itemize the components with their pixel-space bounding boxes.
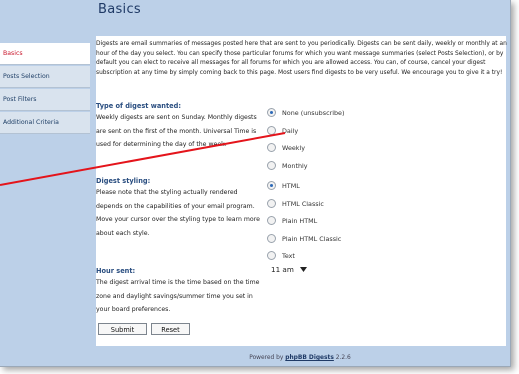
option-label: Monthly bbox=[282, 161, 308, 170]
digest-styling-help: Please note that the styling actually re… bbox=[96, 189, 260, 237]
phpbb-digests-link[interactable]: phpBB Digests bbox=[285, 355, 334, 361]
hour-sent-title: Hour sent: bbox=[96, 267, 136, 275]
option-label: None (unsubscribe) bbox=[282, 109, 345, 117]
styling-option-html[interactable]: HTML bbox=[267, 180, 341, 198]
option-label: Plain HTML Classic bbox=[282, 234, 342, 243]
radio-button[interactable] bbox=[267, 233, 276, 243]
sidebar-item-posts-selection[interactable]: Posts Selection bbox=[0, 66, 90, 88]
chevron-down-icon bbox=[300, 264, 308, 276]
option-label: Weekly bbox=[282, 144, 306, 152]
radio-button[interactable] bbox=[267, 251, 276, 260]
radio-button[interactable] bbox=[267, 216, 276, 225]
hour-select[interactable]: 11 am bbox=[268, 264, 310, 276]
digest-type-section: Type of digest wanted: Weekly digests ar… bbox=[96, 101, 261, 152]
option-label: HTML Classic bbox=[282, 199, 324, 208]
radio-button[interactable] bbox=[267, 143, 276, 152]
digest-type-option-monthly[interactable]: Monthly bbox=[267, 160, 344, 178]
digest-type-title: Type of digest wanted: bbox=[96, 102, 181, 110]
option-label: HTML bbox=[282, 182, 300, 190]
hour-select-value: 11 am bbox=[271, 265, 294, 274]
hour-sent-section: Hour sent: The digest arrival time is th… bbox=[96, 266, 261, 317]
digest-type-option-daily[interactable]: Daily bbox=[267, 125, 344, 143]
digest-type-help: Weekly digests are sent on Sunday. Month… bbox=[96, 114, 257, 148]
reset-button[interactable]: Reset bbox=[151, 323, 190, 335]
styling-option-plain-html-classic[interactable]: Plain HTML Classic bbox=[267, 233, 341, 251]
styling-option-plain-html[interactable]: Plain HTML bbox=[267, 215, 341, 233]
radio-button[interactable] bbox=[267, 125, 276, 135]
footer: Powered by phpBB Digests 2.2.6 bbox=[90, 354, 510, 363]
footer-version: 2.2.6 bbox=[335, 355, 351, 361]
sidebar-item-basics[interactable]: Basics bbox=[0, 43, 90, 65]
option-label: Daily bbox=[282, 126, 299, 135]
sidebar: Basics Posts Selection Post Filters Addi… bbox=[0, 0, 90, 366]
digest-type-option-weekly[interactable]: Weekly bbox=[267, 142, 344, 160]
styling-option-html-classic[interactable]: HTML Classic bbox=[267, 198, 341, 216]
submit-button[interactable]: Submit bbox=[98, 323, 147, 335]
radio-button[interactable] bbox=[267, 198, 276, 208]
page-title: Basics bbox=[98, 2, 141, 17]
option-label: Plain HTML bbox=[282, 217, 318, 225]
digest-type-options: None (unsubscribe) Daily Weekly Monthly bbox=[267, 107, 344, 177]
sidebar-item-additional-criteria[interactable]: Additional Criteria bbox=[0, 112, 90, 134]
radio-button[interactable] bbox=[267, 160, 276, 170]
digest-styling-section: Digest styling: Please note that the sty… bbox=[96, 176, 261, 240]
footer-prefix: Powered by bbox=[249, 355, 284, 361]
radio-button[interactable] bbox=[267, 108, 276, 117]
digest-styling-title: Digest styling: bbox=[96, 177, 151, 185]
intro-text: Digests are email summaries of messages … bbox=[96, 41, 507, 76]
hour-sent-help: The digest arrival time is the time base… bbox=[96, 279, 260, 313]
option-label: Text bbox=[282, 252, 295, 260]
digest-styling-options: HTML HTML Classic Plain HTML Plain HTML … bbox=[267, 180, 341, 268]
sidebar-item-post-filters[interactable]: Post Filters bbox=[0, 89, 90, 111]
digest-type-option-none[interactable]: None (unsubscribe) bbox=[267, 107, 344, 125]
radio-button[interactable] bbox=[267, 181, 276, 190]
